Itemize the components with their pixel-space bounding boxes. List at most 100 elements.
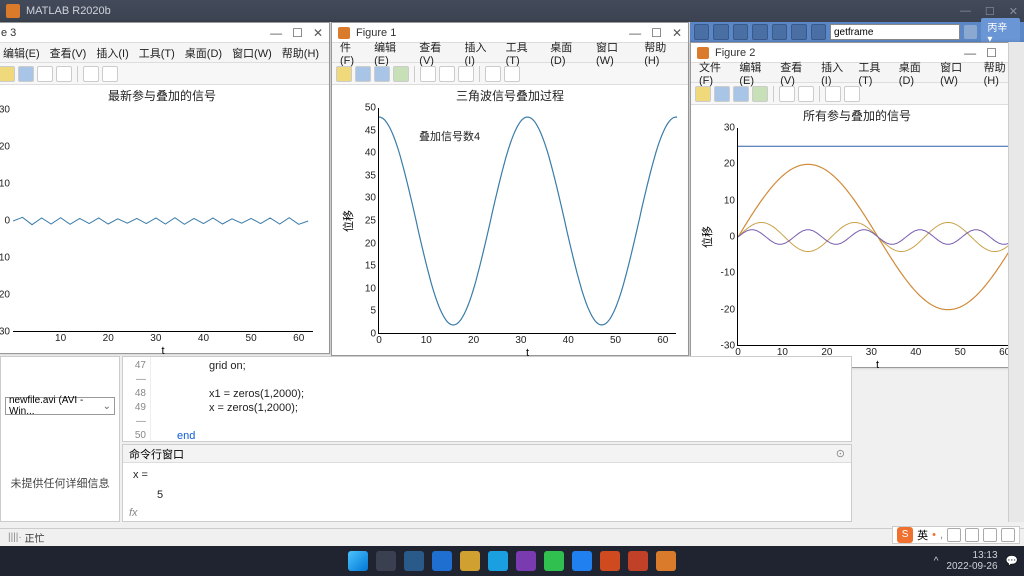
app-titlebar: MATLAB R2020b — ☐ ✕: [0, 0, 1024, 22]
tool-button[interactable]: [0, 66, 15, 82]
menu-item[interactable]: 窗口(W): [228, 43, 276, 63]
tool-button[interactable]: [779, 86, 795, 102]
command-header: 命令行窗口 ⊙: [123, 445, 851, 463]
axes[interactable]: t 3020100102030102030405060: [13, 110, 313, 332]
menu-item[interactable]: 编辑(E): [735, 57, 774, 89]
menu-item[interactable]: 窗口(W): [592, 37, 638, 69]
sogou-icon[interactable]: S: [897, 527, 913, 543]
menu-item[interactable]: 查看(V): [46, 43, 91, 63]
ime-button[interactable]: [1001, 528, 1015, 542]
figure-3-window: e 3 —☐✕ 编辑(E) 查看(V) 插入(I) 工具(T) 桌面(D) 窗口…: [0, 22, 330, 354]
code-area[interactable]: grid on; x1 = zeros(1,2000);x = zeros(1,…: [153, 359, 304, 443]
menu-item[interactable]: 编辑(E): [0, 43, 44, 63]
fx-prompt[interactable]: fx: [129, 507, 138, 519]
tool-button[interactable]: [733, 86, 749, 102]
menu-item[interactable]: 桌面(D): [895, 57, 934, 89]
task-icon[interactable]: [432, 551, 452, 571]
menu-item[interactable]: 工具(T): [854, 57, 892, 89]
tool-button[interactable]: [844, 86, 860, 102]
menu-item[interactable]: 编辑(E): [370, 37, 413, 69]
tool-button[interactable]: [504, 66, 520, 82]
qa-icon[interactable]: [694, 24, 709, 40]
cmd-value: 5: [133, 489, 841, 501]
task-icon[interactable]: [460, 551, 480, 571]
line-gutter: 47 —4849 —50 —5152 —: [123, 357, 151, 441]
tool-button[interactable]: [485, 66, 501, 82]
minimize-button[interactable]: —: [270, 26, 282, 40]
menu-item[interactable]: 桌面(D): [546, 37, 590, 69]
menu-item[interactable]: 插入(I): [92, 43, 132, 63]
notifications-icon[interactable]: 💬: [1006, 556, 1018, 567]
matlab-task-icon[interactable]: [656, 551, 676, 571]
tool-button[interactable]: [102, 66, 118, 82]
options-icon[interactable]: ⊙: [836, 447, 845, 460]
figure-3-titlebar[interactable]: e 3 —☐✕: [0, 23, 329, 43]
tool-button[interactable]: [18, 66, 34, 82]
search-input[interactable]: [830, 24, 960, 40]
ime-button[interactable]: [965, 528, 979, 542]
start-button[interactable]: [348, 551, 368, 571]
task-icon[interactable]: [600, 551, 620, 571]
menu-item[interactable]: 工具(T): [135, 43, 179, 63]
task-icon[interactable]: [628, 551, 648, 571]
ime-button[interactable]: [947, 528, 961, 542]
tool-button[interactable]: [752, 86, 768, 102]
maximize-button[interactable]: ☐: [985, 5, 995, 18]
menu-item[interactable]: 查看(V): [415, 37, 458, 69]
bell-icon[interactable]: [964, 25, 977, 39]
editor-panel[interactable]: 47 —4849 —50 —5152 — grid on; x1 = zeros…: [122, 356, 852, 442]
qa-icon[interactable]: [772, 24, 787, 40]
tool-button[interactable]: [798, 86, 814, 102]
tool-button[interactable]: [336, 66, 352, 82]
task-icon[interactable]: [404, 551, 424, 571]
close-button[interactable]: ✕: [313, 26, 323, 40]
menu-item[interactable]: 帮助(H): [278, 43, 323, 63]
tool-button[interactable]: [355, 66, 371, 82]
task-icon[interactable]: [544, 551, 564, 571]
maximize-button[interactable]: ☐: [292, 26, 303, 40]
axes[interactable]: 叠加信号数4 位移 t 5045403530252015105001020304…: [378, 108, 676, 334]
menu-item[interactable]: 工具(T): [502, 37, 545, 69]
tray-chevron-icon[interactable]: ^: [934, 556, 939, 567]
qa-icon[interactable]: [752, 24, 767, 40]
tool-button[interactable]: [37, 66, 53, 82]
scrollbar[interactable]: [1008, 42, 1024, 522]
tool-button[interactable]: [393, 66, 409, 82]
file-selector[interactable]: newfile.avi (AVI - Win...⌄: [5, 397, 115, 415]
tool-button[interactable]: [374, 66, 390, 82]
task-icon[interactable]: [572, 551, 592, 571]
axes[interactable]: 位移 t 3020100-10-20-300102030405060: [737, 128, 1017, 346]
task-icon[interactable]: [376, 551, 396, 571]
tool-button[interactable]: [439, 66, 455, 82]
tool-button[interactable]: [714, 86, 730, 102]
file-name: newfile.avi (AVI - Win...: [9, 395, 103, 417]
task-icon[interactable]: [488, 551, 508, 571]
tool-button[interactable]: [83, 66, 99, 82]
minimize-button[interactable]: —: [960, 5, 971, 18]
task-icon[interactable]: [516, 551, 536, 571]
ime-button[interactable]: [983, 528, 997, 542]
menu-item[interactable]: 插入(I): [461, 37, 500, 69]
qa-icon[interactable]: [811, 24, 826, 40]
ime-bar[interactable]: S 英 •,: [892, 526, 1020, 544]
clock[interactable]: 13:132022-09-26: [946, 550, 997, 572]
menu-item[interactable]: 文件(F): [695, 57, 733, 89]
close-button[interactable]: ✕: [1009, 5, 1018, 18]
command-window[interactable]: 命令行窗口 ⊙ x = 5 fx: [122, 444, 852, 522]
menu-item[interactable]: 桌面(D): [181, 43, 226, 63]
tool-button[interactable]: [458, 66, 474, 82]
tool-button[interactable]: [695, 86, 711, 102]
menu-item[interactable]: 件(F): [336, 37, 368, 69]
tool-button[interactable]: [56, 66, 72, 82]
tool-button[interactable]: [825, 86, 841, 102]
menu-item[interactable]: 窗口(W): [936, 57, 977, 89]
tool-button[interactable]: [420, 66, 436, 82]
menu-item[interactable]: 帮助(H): [640, 37, 684, 69]
qa-icon[interactable]: [733, 24, 748, 40]
system-tray[interactable]: ^ 13:132022-09-26 💬: [934, 550, 1018, 572]
menu-item[interactable]: 插入(I): [817, 57, 852, 89]
menu-item[interactable]: 查看(V): [776, 57, 815, 89]
command-body: x = 5: [123, 463, 851, 507]
qa-icon[interactable]: [791, 24, 806, 40]
qa-icon[interactable]: [713, 24, 728, 40]
